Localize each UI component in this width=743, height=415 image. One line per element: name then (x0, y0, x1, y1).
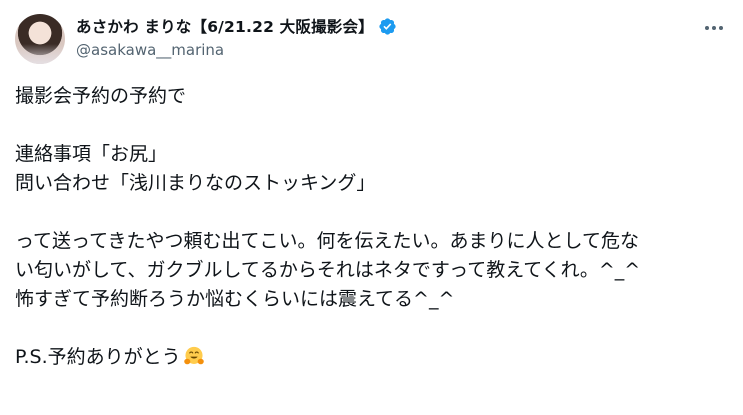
post-header: あさかわ まりな【6/21.22 大阪撮影会】 @asakawa__marina (76, 14, 683, 60)
post-text-line: い匂いがして、ガクブルしてるからそれはネタですって教えてくれ。^_^ (15, 259, 641, 281)
post-text-line: 怖すぎて予約断ろうか悩むくらいには震えてる^_^ (15, 288, 455, 310)
avatar[interactable] (15, 14, 65, 64)
post-text-line: 撮影会予約の予約で (15, 85, 187, 107)
post-card: あさかわ まりな【6/21.22 大阪撮影会】 @asakawa__marina… (0, 0, 743, 415)
post-text: 撮影会予約の予約で 連絡事項「お尻」 問い合わせ「浅川まりなのストッキング」 っ… (15, 82, 731, 372)
author-handle[interactable]: @asakawa__marina (76, 40, 683, 60)
name-row: あさかわ まりな【6/21.22 大阪撮影会】 (76, 14, 683, 38)
post-text-line: P.S.予約ありがとう (15, 346, 181, 368)
more-dot-icon (719, 26, 723, 30)
post-text-line: って送ってきたやつ頼む出てこい。何を伝えたい。あまりに人として危な (15, 230, 639, 252)
more-dot-icon (712, 26, 716, 30)
verified-badge-icon (379, 17, 396, 35)
post-text-line: 問い合わせ「浅川まりなのストッキング」 (15, 172, 376, 194)
more-dot-icon (705, 26, 709, 30)
avatar-photo (15, 44, 65, 64)
post-text-line: 連絡事項「お尻」 (15, 143, 168, 165)
hugging-face-emoji-icon (183, 346, 204, 365)
post-text-line-last: P.S.予約ありがとう (15, 343, 731, 372)
author-display-name[interactable]: あさかわ まりな【6/21.22 大阪撮影会】 (76, 15, 374, 37)
more-options-button[interactable] (703, 17, 725, 39)
